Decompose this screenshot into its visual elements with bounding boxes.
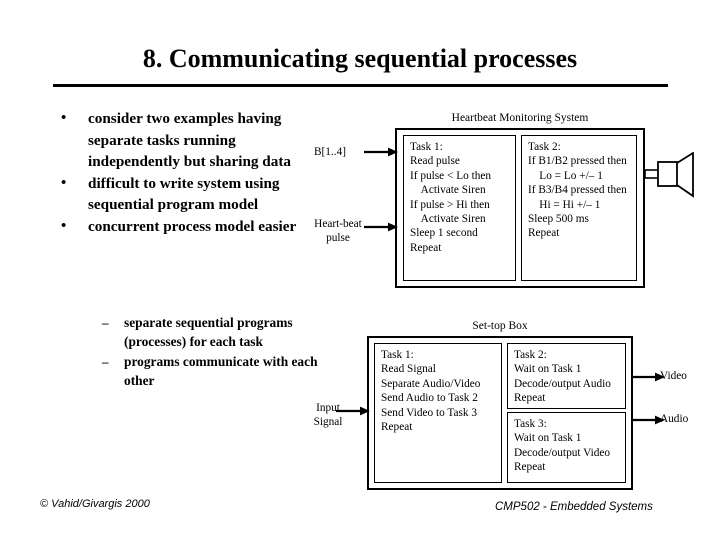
task-body: Wait on Task 1 Decode/output Audio Repea… — [514, 363, 611, 405]
audio-output-label: Audio — [660, 413, 689, 425]
bullet-item: • concurrent process model easier — [48, 216, 318, 238]
settop-diagram-caption: Set-top Box — [472, 320, 528, 332]
siren-speaker-icon — [645, 152, 694, 198]
bullet-marker-icon: • — [61, 110, 67, 126]
heartbeat-signal-arrow-icon — [364, 222, 398, 232]
task-body: Read Signal Separate Audio/Video Send Au… — [381, 363, 481, 434]
task-body: Read pulse If pulse < Lo then Activate S… — [410, 155, 492, 254]
task-title: Task 1: — [381, 349, 414, 361]
task-title: Task 3: — [514, 418, 547, 430]
sub-bullet-item: – separate sequential programs (processe… — [96, 313, 326, 351]
bullet-marker-icon: • — [61, 217, 67, 234]
task-title: Task 2: — [528, 141, 561, 153]
slide-canvas: 8. Communicating sequential processes • … — [0, 0, 720, 540]
task-title: Task 2: — [514, 349, 547, 361]
bullet-list-level2: – separate sequential programs (processe… — [96, 313, 326, 390]
copyright-footer: © Vahid/Givargis 2000 — [40, 498, 150, 510]
heartbeat-task2-box: Task 2: If B1/B2 pressed then Lo = Lo +/… — [521, 135, 637, 281]
buttons-signal-arrow-icon — [364, 147, 398, 157]
page-title: 8. Communicating sequential processes — [142, 44, 578, 73]
bullet-list-level1: • consider two examples having separate … — [48, 108, 318, 237]
heartbeat-diagram-caption: Heartbeat Monitoring System — [451, 112, 589, 124]
settop-task1-box: Task 1: Read Signal Separate Audio/Video… — [374, 343, 502, 483]
buttons-signal-label: B[1..4] — [313, 146, 346, 158]
bullet-item: • difficult to write system using sequen… — [48, 173, 318, 216]
dash-marker-icon: – — [102, 315, 109, 330]
heartbeat-task1-box: Task 1: Read pulse If pulse < Lo then Ac… — [403, 135, 516, 281]
task-body: If B1/B2 pressed then Lo = Lo +/– 1 If B… — [528, 155, 627, 240]
bullet-text: difficult to write system using sequenti… — [88, 174, 280, 214]
sub-bullet-text: separate sequential programs (processes)… — [124, 315, 293, 349]
settop-task3-box: Task 3: Wait on Task 1 Decode/output Vid… — [507, 412, 626, 483]
sub-bullet-item: – programs communicate with each other — [96, 352, 326, 390]
bullet-item: • consider two examples having separate … — [48, 108, 318, 173]
bullet-text: concurrent process model easier — [88, 217, 297, 235]
task-title: Task 1: — [410, 141, 443, 153]
sub-bullet-text: programs communicate with each other — [124, 354, 318, 388]
input-signal-arrow-icon — [336, 406, 370, 416]
bullet-text: consider two examples having separate ta… — [88, 110, 291, 170]
dash-marker-icon: – — [102, 354, 109, 369]
title-divider — [53, 84, 668, 87]
task-body: Wait on Task 1 Decode/output Video Repea… — [514, 432, 611, 474]
course-footer: CMP502 - Embedded Systems — [495, 501, 653, 513]
bullet-marker-icon: • — [61, 174, 67, 191]
settop-task2-box: Task 2: Wait on Task 1 Decode/output Aud… — [507, 343, 626, 409]
video-output-label: Video — [660, 370, 687, 382]
